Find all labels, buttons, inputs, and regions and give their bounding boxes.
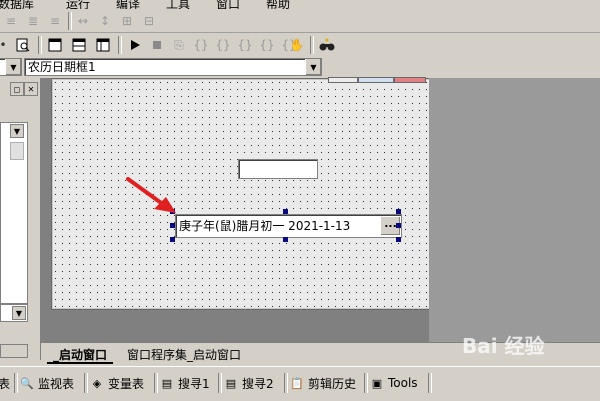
search-list-icon: ▤ xyxy=(161,376,173,390)
step-into-icon[interactable]: {} xyxy=(192,36,210,54)
menu-item-help[interactable]: 帮助 xyxy=(266,0,290,9)
bottom-separator xyxy=(14,373,18,393)
bottom-tab-search2[interactable]: ▤ 搜寻2 xyxy=(224,373,274,393)
variables-icon: ◈ xyxy=(92,376,102,390)
space-icon[interactable]: ⊟ xyxy=(140,12,158,30)
workspace-background xyxy=(429,78,600,342)
menu-bar: 数据库 运行 编译 工具 窗口 帮助 xyxy=(0,0,600,9)
selection-handle[interactable] xyxy=(283,237,288,242)
selection-handle[interactable] xyxy=(283,209,288,214)
bottom-separator xyxy=(84,373,88,393)
selection-handle[interactable] xyxy=(170,237,175,242)
step-over-icon[interactable]: {} xyxy=(214,36,232,54)
menu-item-window[interactable]: 窗口 xyxy=(216,0,240,9)
scrollbar-thumb[interactable] xyxy=(10,142,24,160)
tab-view-icon[interactable] xyxy=(46,36,64,54)
left-object-combo[interactable]: ▼ xyxy=(0,58,22,76)
bottom-tab-search1-label: 搜寻1 xyxy=(178,376,210,391)
search-icon: 🔍 xyxy=(20,376,34,390)
bottom-tab-variables[interactable]: ◈ 变量表 xyxy=(90,373,144,393)
selection-handle[interactable] xyxy=(396,223,401,228)
form-canvas[interactable]: 庚子年(鼠)腊月初一 2021-1-13 ... xyxy=(51,77,431,310)
bottom-separator xyxy=(284,373,288,393)
bottom-separator xyxy=(218,373,222,393)
object-selector-row: ▼ 农历日期框1 ▼ xyxy=(0,57,600,78)
form-title-stub xyxy=(358,77,394,83)
chevron-down-icon[interactable]: ▼ xyxy=(305,59,321,75)
close-icon[interactable]: ✕ xyxy=(24,82,38,96)
bottom-separator xyxy=(364,373,368,393)
bottom-tab-watch-label: 监视表 xyxy=(38,376,75,391)
bottom-tab-clip-history-label: 剪辑历史 xyxy=(308,376,357,391)
selection-handle[interactable] xyxy=(396,237,401,242)
menu-item-database[interactable]: 数据库 xyxy=(0,0,34,9)
designer-area: 庚子年(鼠)腊月初一 2021-1-13 ... xyxy=(41,77,600,342)
partial-icon[interactable]: • xyxy=(0,36,12,54)
control-combo[interactable]: 农历日期框1 ▼ xyxy=(24,58,322,76)
step-out-icon[interactable]: {} xyxy=(236,36,254,54)
stop-icon[interactable] xyxy=(148,36,166,54)
pin-icon[interactable]: ◻ xyxy=(10,82,24,96)
control-combo-value: 农历日期框1 xyxy=(28,60,96,74)
same-size-icon[interactable]: ⊞ xyxy=(118,12,136,30)
preview-icon[interactable] xyxy=(14,36,32,54)
find-icon[interactable] xyxy=(318,36,336,54)
align-left-icon[interactable]: ≡ xyxy=(2,12,20,30)
bottom-tab-table-label: 表 xyxy=(0,376,11,391)
left-panel: ◻ ✕ ▼ ▼ xyxy=(0,78,41,360)
clipboard-icon: 📋 xyxy=(290,376,304,390)
equal-width-icon[interactable]: ↔ xyxy=(74,12,92,30)
lunar-date-picker[interactable]: 庚子年(鼠)腊月初一 2021-1-13 ... xyxy=(175,214,402,238)
tab-window-assembly[interactable]: 窗口程序集_启动窗口 xyxy=(121,346,247,362)
bottom-tab-tools-label: Tools xyxy=(388,376,418,390)
run-icon[interactable] xyxy=(126,36,144,54)
bottom-tab-clip-history[interactable]: 📋 剪辑历史 xyxy=(290,373,356,393)
bottom-tab-table[interactable]: 表 xyxy=(0,373,10,393)
table-view-icon[interactable] xyxy=(94,36,112,54)
form-title-stub xyxy=(328,77,358,83)
split-view-icon[interactable] xyxy=(70,36,88,54)
bottom-tab-watch[interactable]: 🔍 监视表 xyxy=(20,373,74,393)
toolbar-separator xyxy=(118,36,122,54)
hand-icon[interactable]: ✋ xyxy=(288,36,306,54)
bottom-tab-variables-label: 变量表 xyxy=(108,376,145,391)
bottom-tab-tools[interactable]: ▣ Tools xyxy=(370,373,418,393)
left-panel-combo[interactable]: ▼ xyxy=(0,304,28,322)
bottom-separator xyxy=(428,373,432,393)
form-close-stub xyxy=(394,77,426,83)
red-arrow-icon xyxy=(126,177,176,213)
run-to-cursor-icon[interactable]: {} xyxy=(258,36,276,54)
watermark: Bai 经验 xyxy=(462,334,545,358)
tab-startup-window[interactable]: _启动窗口 xyxy=(47,346,114,364)
align-center-icon[interactable]: ≣ xyxy=(24,12,42,30)
chevron-down-icon[interactable]: ▼ xyxy=(10,124,24,138)
menu-item-run[interactable]: 运行 xyxy=(66,0,90,9)
step-icon[interactable]: ⎘ xyxy=(170,36,188,54)
main-toolbar: • ⎘ {} {} {} {} {} ✋ xyxy=(0,33,600,58)
selection-handle[interactable] xyxy=(170,223,175,228)
bottom-panel-bar: 表 🔍 监视表 ◈ 变量表 ▤ 搜寻1 ▤ 搜寻2 📋 剪辑历史 ▣ Tools xyxy=(0,366,600,401)
toolbar-separator xyxy=(68,12,72,30)
left-panel-button[interactable] xyxy=(0,344,28,358)
equal-height-icon[interactable]: ↕ xyxy=(96,12,114,30)
toolbar-separator xyxy=(38,36,42,54)
bottom-tab-search2-label: 搜寻2 xyxy=(242,376,274,391)
toolbar-separator xyxy=(310,36,314,54)
search-list-icon: ▤ xyxy=(225,376,237,390)
text-input-control[interactable] xyxy=(238,159,318,179)
menu-item-tools[interactable]: 工具 xyxy=(166,0,190,9)
menu-item-compile[interactable]: 编译 xyxy=(116,0,140,9)
tools-icon: ▣ xyxy=(371,376,383,390)
chevron-down-icon[interactable]: ▼ xyxy=(12,306,26,320)
bottom-tab-search1[interactable]: ▤ 搜寻1 xyxy=(160,373,210,393)
date-picker-value: 庚子年(鼠)腊月初一 2021-1-13 xyxy=(179,219,351,233)
selection-handle[interactable] xyxy=(396,209,401,214)
align-right-icon[interactable]: ≡ xyxy=(46,12,64,30)
chevron-down-icon[interactable]: ▼ xyxy=(5,59,21,75)
bottom-separator xyxy=(154,373,158,393)
align-toolbar: ≡ ≣ ≡ ↔ ↕ ⊞ ⊟ xyxy=(0,10,600,33)
